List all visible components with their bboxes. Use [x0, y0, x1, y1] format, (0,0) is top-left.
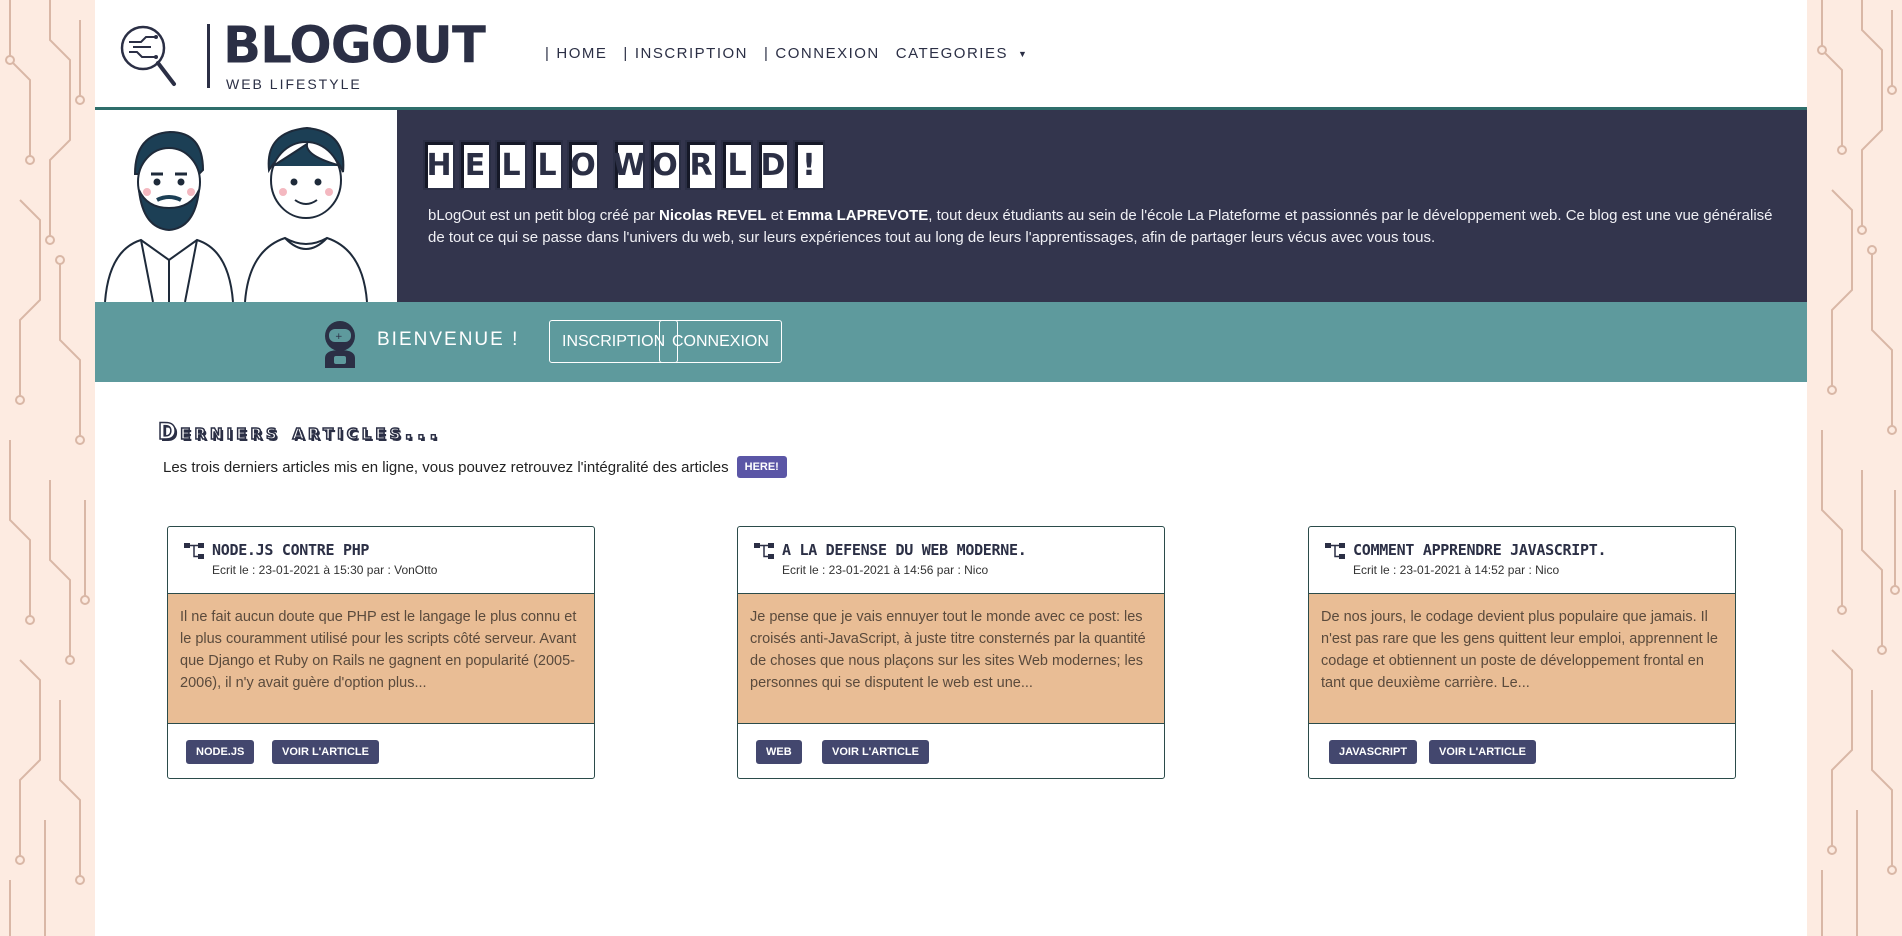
article-excerpt: Il ne fait aucun doute que PHP est le la… [168, 594, 594, 724]
article-card-footer: JAVASCRIPT VOIR L'ARTICLE [1309, 724, 1735, 778]
hero-description: bLogOut est un petit blog créé par Nicol… [428, 205, 1778, 249]
article-meta: Ecrit le : 23-01-2021 à 14:52 par : Nico [1353, 563, 1560, 577]
nav-item-home[interactable]: | HOME [545, 45, 607, 62]
sitemap-icon [1325, 543, 1345, 559]
nav-item-label: HOME [556, 45, 608, 62]
article-meta: Ecrit le : 23-01-2021 à 14:56 par : Nico [782, 563, 989, 577]
article-card-header: COMMENT APPRENDRE JAVASCRIPT. Ecrit le :… [1309, 527, 1735, 594]
hero-letter: ! [793, 140, 825, 190]
article-tag-button[interactable]: JAVASCRIPT [1329, 740, 1418, 764]
authors-illustration [95, 110, 397, 302]
article-card: NODE.JS CONTRE PHP Ecrit le : 23-01-2021… [167, 526, 595, 779]
article-card-header: NODE.JS CONTRE PHP Ecrit le : 23-01-2021… [168, 527, 594, 594]
read-article-button[interactable]: VOIR L'ARTICLE [822, 740, 929, 764]
astronaut-icon: + [317, 318, 363, 368]
sitemap-icon [754, 543, 774, 559]
article-card: COMMENT APPRENDRE JAVASCRIPT. Ecrit le :… [1308, 526, 1736, 779]
main-nav: | HOME | INSCRIPTION | CONNEXION CATEGOR… [545, 45, 1028, 62]
article-title[interactable]: COMMENT APPRENDRE JAVASCRIPT. [1353, 541, 1607, 559]
sitemap-icon [184, 543, 204, 559]
hero-letter: E [459, 140, 491, 190]
hero-letter: L [721, 140, 753, 190]
latest-articles-subtitle: Les trois derniers articles mis en ligne… [163, 456, 787, 478]
hero-text-pre: bLogOut est un petit blog créé par [428, 207, 659, 224]
nav-item-label: INSCRIPTION [634, 45, 748, 62]
logo-divider [207, 24, 210, 88]
nav-categories-dropdown[interactable]: CATEGORIES ▼ [896, 45, 1029, 62]
nav-item-inscription[interactable]: | INSCRIPTION [623, 45, 748, 62]
article-title[interactable]: NODE.JS CONTRE PHP [212, 541, 369, 559]
article-card-header: A LA DEFENSE DU WEB MODERNE. Ecrit le : … [738, 527, 1164, 594]
hero-letter: D [757, 140, 789, 190]
article-title[interactable]: A LA DEFENSE DU WEB MODERNE. [782, 541, 1027, 559]
magnifier-circuit-icon[interactable] [119, 22, 177, 92]
circuit-pattern-right [1807, 0, 1902, 936]
nav-separator: | [764, 45, 770, 62]
article-card-footer: NODE.JS VOIR L'ARTICLE [168, 724, 594, 778]
hero-letter: O [649, 140, 681, 190]
all-articles-button[interactable]: HERE! [736, 456, 787, 478]
article-tag-button[interactable]: WEB [756, 740, 802, 764]
latest-subtitle-text: Les trois derniers articles mis en ligne… [163, 458, 729, 476]
hero-letter: L [531, 140, 563, 190]
nav-categories-label: CATEGORIES [895, 45, 1008, 62]
welcome-bar: + BIENVENUE ! INSCRIPTION CONNEXION [95, 302, 1807, 382]
welcome-label: BIENVENUE ! [377, 329, 520, 350]
svg-text:+: + [335, 332, 343, 342]
author-name: Emma LAPREVOTE [787, 207, 929, 224]
nav-item-connexion[interactable]: | CONNEXION [764, 45, 880, 62]
hero-title: H E L L O W O R L D ! [423, 140, 825, 190]
article-card-footer: WEB VOIR L'ARTICLE [738, 724, 1164, 778]
header: BLOGOUT WEB LIFESTYLE | HOME | INSCRIPTI… [95, 0, 1807, 110]
author-name: Nicolas REVEL [658, 207, 767, 224]
nav-separator: | [623, 45, 629, 62]
article-card: A LA DEFENSE DU WEB MODERNE. Ecrit le : … [737, 526, 1165, 779]
article-excerpt: Je pense que je vais ennuyer tout le mon… [738, 594, 1164, 724]
latest-articles-title: Derniers articles... [157, 419, 442, 446]
hero-letter: W [612, 140, 646, 190]
hero-banner: H E L L O W O R L D ! bLogOut est un pet… [95, 110, 1807, 302]
hero-letter: O [567, 140, 599, 190]
read-article-button[interactable]: VOIR L'ARTICLE [272, 740, 379, 764]
hero-letter: R [685, 140, 717, 190]
nav-separator: | [545, 45, 551, 62]
article-tag-button[interactable]: NODE.JS [186, 740, 255, 764]
page: BLOGOUT WEB LIFESTYLE | HOME | INSCRIPTI… [95, 0, 1807, 936]
hero-letter: L [495, 140, 527, 190]
article-meta: Ecrit le : 23-01-2021 à 15:30 par : VonO… [212, 563, 438, 577]
circuit-pattern-left [0, 0, 95, 936]
nav-item-label: CONNEXION [775, 45, 880, 62]
hero-letter: H [423, 140, 455, 190]
login-button[interactable]: CONNEXION [659, 320, 782, 363]
site-subtitle: WEB LIFESTYLE [226, 76, 362, 92]
caret-down-icon: ▼ [1018, 48, 1029, 59]
read-article-button[interactable]: VOIR L'ARTICLE [1429, 740, 1536, 764]
hero-text-mid: et [766, 207, 788, 224]
site-title[interactable]: BLOGOUT [223, 20, 486, 71]
article-excerpt: De nos jours, le codage devient plus pop… [1309, 594, 1735, 724]
